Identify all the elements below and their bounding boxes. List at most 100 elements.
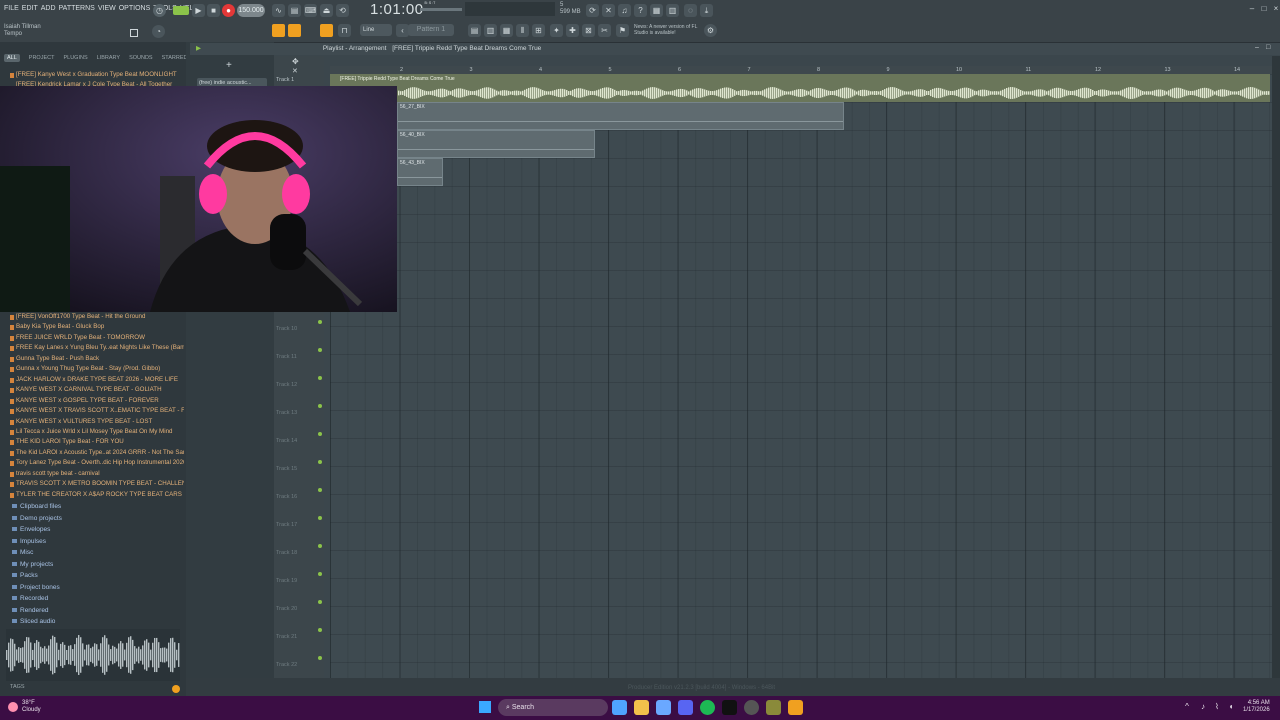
track-enable-indicator[interactable] [318, 656, 322, 660]
browser-file-item[interactable]: Tory Lanez Type Beat - Overth..dic Hip H… [16, 458, 184, 468]
track-label[interactable]: Track 15 [276, 466, 316, 472]
volume-icon[interactable]: ◖ [1226, 702, 1236, 712]
microphone-icon[interactable]: ♫ [618, 4, 631, 17]
tab-all[interactable]: ALL [4, 54, 20, 62]
chrome-icon[interactable] [612, 700, 627, 715]
close-icon[interactable]: × [1270, 4, 1280, 14]
browser-folder-item[interactable]: Impulses [12, 536, 162, 548]
magnet-icon[interactable]: ⊓ [338, 24, 351, 37]
browser-folder-item[interactable]: Demo projects [12, 513, 162, 525]
render-icon[interactable]: ▥ [666, 4, 679, 17]
plugin-database-icon[interactable]: ▦ [650, 4, 663, 17]
browser-file-item[interactable]: KANYE WEST x VULTURES TYPE BEAT - LOST [16, 417, 184, 427]
channel-rack-icon[interactable]: ▦ [500, 24, 513, 37]
track-enable-indicator[interactable] [318, 348, 322, 352]
browser-file-item[interactable]: TYLER THE CREATOR X A$AP ROCKY TYPE BEAT… [16, 490, 184, 500]
tab-plugins[interactable]: PLUGINS [63, 55, 87, 61]
tab-project[interactable]: PROJECT [29, 55, 55, 61]
browser-file-item[interactable]: FREE Kay Lanes x Yung Bleu Ty..eat Night… [16, 343, 184, 353]
track-label[interactable]: Track 12 [276, 382, 316, 388]
browser-folder-item[interactable]: Project bones [12, 582, 162, 594]
obs-icon[interactable] [744, 700, 759, 715]
browser-file-item[interactable]: travis scott type beat - carnival [16, 469, 184, 479]
playlist-play-icon[interactable]: ▶ [196, 45, 201, 52]
file-explorer-icon[interactable] [634, 700, 649, 715]
browser-folder-item[interactable]: My projects [12, 559, 162, 571]
track-enable-indicator[interactable] [318, 432, 322, 436]
menu-view[interactable]: VIEW [98, 5, 116, 12]
vertical-scrollbar[interactable] [1272, 56, 1280, 678]
track-label[interactable]: Track 14 [276, 438, 316, 444]
app-icon[interactable] [766, 700, 781, 715]
browser-folder-item[interactable]: Packs [12, 570, 162, 582]
menu-file[interactable]: FILE [4, 5, 19, 12]
record-icon[interactable]: ● [222, 4, 235, 17]
track-enable-indicator[interactable] [318, 404, 322, 408]
tempo-tapper-icon[interactable]: ⚑ [616, 24, 629, 37]
piano-roll-window-icon[interactable]: ▥ [484, 24, 497, 37]
track-enable-indicator[interactable] [318, 600, 322, 604]
tab-library[interactable]: LIBRARY [97, 55, 120, 61]
browser-file-item[interactable]: Gunna Type Beat - Push Back [16, 354, 184, 364]
add-pattern-icon[interactable]: + [226, 60, 232, 71]
browser-folder-item[interactable]: Rendered [12, 605, 162, 617]
snap-selector[interactable]: Line [360, 24, 392, 36]
browser-file-item[interactable]: KANYE WEST X TRAVIS SCOTT X..EMATIC TYPE… [16, 406, 184, 416]
mixer-icon[interactable]: ▤ [288, 4, 301, 17]
playlist-window-icon[interactable]: ▤ [468, 24, 481, 37]
master-volume-slider[interactable] [420, 8, 462, 11]
tray-expand-icon[interactable]: ^ [1182, 702, 1192, 712]
playlist-maximize-icon[interactable]: □ [1266, 44, 1270, 51]
playlist-view-icon[interactable] [272, 24, 285, 37]
track-label[interactable]: Track 19 [276, 578, 316, 584]
sample-waveform-preview[interactable] [6, 629, 180, 681]
browser-file-item[interactable]: KANYE WEST x GOSPEL TYPE BEAT - FOREVER [16, 396, 184, 406]
minimize-icon[interactable]: – [1246, 4, 1258, 14]
edge-icon[interactable] [656, 700, 671, 715]
browser-file-item[interactable]: THE KID LAROI Type Beat - FOR YOU [16, 437, 184, 447]
playlist-minimize-icon[interactable]: – [1255, 44, 1259, 51]
tab-sounds[interactable]: SOUNDS [129, 55, 153, 61]
hint-keyboard-icon[interactable] [130, 29, 138, 37]
countdown-icon[interactable]: ⏏ [320, 4, 333, 17]
draw-tool-icon[interactable] [320, 24, 333, 37]
track-label[interactable]: Track 1 [276, 77, 294, 83]
pitch-knob-icon[interactable]: ◔ [152, 25, 165, 38]
track-enable-indicator[interactable] [318, 320, 322, 324]
taskbar-search[interactable]: ⌕ Search [498, 699, 608, 716]
tempo-display[interactable]: 150.000 [237, 4, 265, 17]
browser-file-item[interactable]: JACK HARLOW x DRAKE TYPE BEAT 2026 - MOR… [16, 375, 184, 385]
track-enable-indicator[interactable] [318, 628, 322, 632]
fl-studio-icon[interactable] [788, 700, 803, 715]
maximize-icon[interactable]: □ [1258, 4, 1270, 14]
weather-icon[interactable] [8, 702, 18, 712]
touch-keyboard-icon[interactable]: ✚ [566, 24, 579, 37]
browser-folder-item[interactable]: Envelopes [12, 524, 162, 536]
track-label[interactable]: Track 10 [276, 326, 316, 332]
news-settings-icon[interactable]: ⚙ [704, 24, 717, 37]
track-label[interactable]: Track 16 [276, 494, 316, 500]
browser-folder-item[interactable]: Sliced audio [12, 616, 162, 628]
refresh-icon[interactable]: ⟳ [586, 4, 599, 17]
arrow-tool-icon[interactable]: ✥ [292, 57, 299, 66]
news-panel[interactable]: News: A newer version of FL Studio is av… [634, 24, 704, 36]
menu-edit[interactable]: EDIT [22, 5, 38, 12]
weather-widget[interactable]: 38°F Cloudy [22, 700, 41, 714]
typing-keyboard-icon[interactable]: ⌨ [304, 4, 317, 17]
pattern-selector[interactable]: Pattern 1 [408, 24, 454, 36]
track-label[interactable]: Track 18 [276, 550, 316, 556]
browser-file-item[interactable]: [FREE] Kanye West x Graduation Type Beat… [16, 70, 184, 80]
browser-file-item[interactable]: Lil Tecca x Juice Wrld x Lil Mosey Type … [16, 427, 184, 437]
network-icon[interactable]: ⌇ [1212, 702, 1222, 712]
browser-file-item[interactable]: Baby Kia Type Beat - Gluck Bop [16, 322, 184, 332]
menu-patterns[interactable]: PATTERNS [59, 5, 95, 12]
track-enable-indicator[interactable] [318, 460, 322, 464]
track-enable-indicator[interactable] [318, 376, 322, 380]
download-icon[interactable]: ⤓ [700, 4, 713, 17]
browser-file-item[interactable]: [FREE] VonOff1700 Type Beat - Hit the Gr… [16, 312, 184, 322]
project-info-icon[interactable]: ✂ [598, 24, 611, 37]
track-enable-indicator[interactable] [318, 516, 322, 520]
audio-clip[interactable]: 56_40_BIX [397, 130, 595, 158]
menu-add[interactable]: ADD [41, 5, 56, 12]
taskbar-clock[interactable]: 4:56 AM 1/17/2026 [1243, 700, 1270, 714]
